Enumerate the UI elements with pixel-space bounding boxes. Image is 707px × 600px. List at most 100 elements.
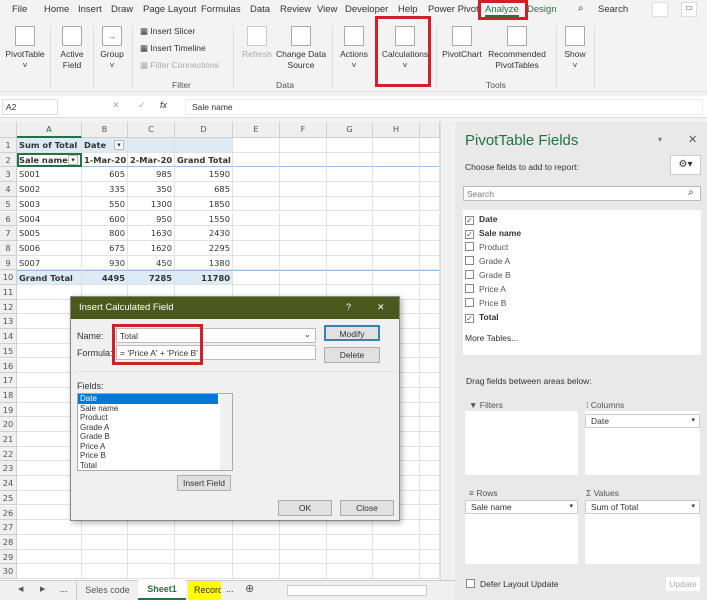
column-filter-dropdown[interactable]: ▾ (114, 140, 124, 150)
cell[interactable] (420, 505, 440, 521)
tab-data[interactable]: Data (250, 4, 270, 15)
row-header[interactable]: 14 (0, 329, 17, 344)
row-header[interactable]: 19 (0, 402, 17, 418)
tab-page-layout[interactable]: Page Layout (143, 4, 196, 15)
cell[interactable] (233, 564, 280, 579)
field-search-input[interactable]: Search (463, 186, 701, 201)
cell[interactable] (420, 314, 440, 330)
cell[interactable] (420, 138, 440, 153)
cell[interactable] (280, 211, 327, 227)
cell[interactable] (82, 520, 128, 535)
defer-layout-checkbox[interactable]: Defer Layout Update (466, 579, 558, 589)
checkbox-icon[interactable]: ✓ (465, 216, 474, 225)
cell[interactable] (233, 270, 280, 285)
cell[interactable] (82, 564, 128, 579)
change-data-source-button[interactable]: Change Data Source (274, 26, 328, 71)
row-header[interactable]: 21 (0, 432, 17, 447)
pivot-cell[interactable]: S003 (17, 196, 82, 212)
delete-button[interactable]: Delete (324, 347, 380, 363)
pivot-cell[interactable]: 1380 (175, 255, 233, 271)
cell[interactable] (233, 138, 280, 153)
cell[interactable] (128, 520, 175, 535)
column-header-B[interactable]: B (82, 122, 128, 138)
cell[interactable] (420, 167, 440, 183)
search-icon[interactable]: ⌕ (578, 3, 584, 14)
cell[interactable] (128, 564, 175, 579)
recommended-pivottables-button[interactable]: Recommended PivotTables (484, 26, 550, 71)
cell[interactable] (373, 255, 420, 271)
cell[interactable] (82, 534, 128, 550)
cell[interactable] (420, 534, 440, 550)
pivot-cell[interactable]: 605 (82, 167, 128, 183)
cell[interactable] (420, 402, 440, 418)
fields-scrollbar[interactable] (220, 394, 232, 470)
row-header[interactable]: 12 (0, 299, 17, 315)
row-header[interactable]: 28 (0, 534, 17, 550)
cell[interactable] (280, 226, 327, 241)
row-header[interactable]: 8 (0, 240, 17, 256)
field-option[interactable]: Sale name (78, 404, 218, 414)
pivot-cell[interactable]: 600 (82, 211, 128, 227)
horizontal-scrollbar[interactable] (287, 585, 427, 596)
row-header[interactable]: 15 (0, 343, 17, 359)
row-header[interactable]: 1 (0, 138, 17, 153)
cell[interactable] (420, 255, 440, 271)
insert-field-button[interactable]: Insert Field (177, 475, 231, 491)
field-checkbox-date[interactable]: ✓ Date (465, 214, 497, 225)
checkbox-icon[interactable]: ✓ (465, 314, 474, 323)
row-header[interactable]: 26 (0, 505, 17, 521)
cell[interactable] (128, 549, 175, 565)
cell[interactable] (420, 343, 440, 359)
rows-item-sale-name[interactable]: Sale name ▾ (465, 500, 578, 514)
row-header[interactable]: 13 (0, 314, 17, 330)
columns-item-date[interactable]: Date ▾ (585, 414, 700, 428)
tab-power-pivot[interactable]: Power Pivot (428, 4, 479, 15)
cell[interactable] (175, 138, 233, 153)
cell[interactable] (420, 329, 440, 344)
name-box[interactable]: A2 (2, 99, 58, 115)
row-header[interactable]: 29 (0, 549, 17, 565)
pivot-cell[interactable]: 450 (128, 255, 175, 271)
field-checkbox-sale-name[interactable]: ✓ Sale name (465, 228, 521, 239)
enter-icon[interactable]: ✓ (138, 100, 146, 111)
cell[interactable] (233, 182, 280, 197)
cell[interactable] (233, 520, 280, 535)
cell[interactable] (373, 211, 420, 227)
cell[interactable] (373, 196, 420, 212)
cell[interactable] (373, 226, 420, 241)
checkbox-icon[interactable]: ✓ (465, 230, 474, 239)
cell[interactable] (17, 564, 82, 579)
cell[interactable] (233, 240, 280, 256)
checkbox-icon[interactable] (465, 256, 474, 265)
cell[interactable] (420, 446, 440, 462)
pivot-cell[interactable]: 550 (82, 196, 128, 212)
formula-input[interactable]: Sale name (185, 99, 703, 115)
pivot-cell[interactable]: Grand Total (175, 152, 233, 168)
cell[interactable] (233, 167, 280, 183)
cell[interactable] (373, 167, 420, 183)
pivot-cell[interactable]: 335 (82, 182, 128, 197)
field-option[interactable]: Price B (78, 451, 218, 461)
cell[interactable] (373, 520, 420, 535)
insert-slicer-button[interactable]: ▦ Insert Slicer (140, 26, 195, 37)
cell[interactable] (280, 152, 327, 168)
pivot-cell[interactable]: 1590 (175, 167, 233, 183)
pivot-cell[interactable]: Sum of Total (17, 138, 82, 153)
tab-formulas[interactable]: Formulas (201, 4, 241, 15)
group-button[interactable]: → Group ˅ (96, 26, 128, 71)
pivot-cell[interactable]: 930 (82, 255, 128, 271)
cell[interactable] (17, 534, 82, 550)
row-header[interactable]: 22 (0, 446, 17, 462)
more-sheets-right[interactable]: ... (226, 584, 234, 594)
field-checkbox-price-b[interactable]: Price B (465, 298, 506, 308)
cell[interactable] (420, 196, 440, 212)
cell[interactable] (233, 226, 280, 241)
cell[interactable] (420, 417, 440, 432)
row-header[interactable]: 7 (0, 226, 17, 241)
vertical-scrollbar[interactable] (440, 122, 453, 580)
cell[interactable] (420, 549, 440, 565)
pivot-cell[interactable]: S004 (17, 211, 82, 227)
cell[interactable] (420, 285, 440, 300)
cell[interactable] (327, 270, 373, 285)
select-all-corner[interactable] (0, 122, 17, 138)
